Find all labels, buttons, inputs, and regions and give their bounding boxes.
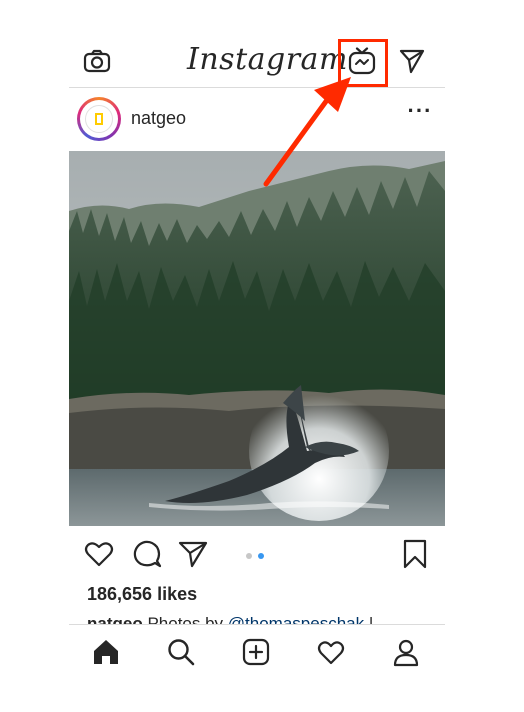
whale-tail-image: [69, 151, 445, 526]
top-bar: Instagram: [69, 34, 445, 88]
camera-icon[interactable]: [83, 47, 111, 75]
post-photo[interactable]: [69, 151, 445, 526]
comment-icon[interactable]: [131, 538, 163, 570]
instagram-screen: Instagram natgeo ··· 186,656 likes: [69, 34, 445, 679]
search-icon[interactable]: [166, 637, 196, 667]
carousel-dot-active: [258, 553, 264, 559]
igtv-highlight-box: [338, 39, 388, 87]
more-options-icon[interactable]: ···: [405, 100, 435, 132]
app-logo: Instagram: [187, 42, 348, 77]
post-username[interactable]: natgeo: [131, 108, 186, 129]
direct-message-icon[interactable]: [399, 48, 425, 74]
bottom-tab-bar: [69, 624, 445, 679]
post-header: natgeo ···: [69, 88, 445, 150]
heart-icon[interactable]: [83, 538, 115, 570]
add-post-icon[interactable]: [241, 637, 271, 667]
activity-heart-icon[interactable]: [316, 637, 346, 667]
profile-icon[interactable]: [391, 637, 421, 667]
home-icon[interactable]: [91, 637, 121, 667]
national-geographic-logo-icon: [85, 105, 113, 133]
carousel-indicator: [246, 553, 270, 559]
bookmark-icon[interactable]: [399, 538, 431, 570]
share-icon[interactable]: [177, 538, 209, 570]
avatar[interactable]: [77, 97, 121, 141]
likes-count[interactable]: 186,656 likes: [87, 584, 197, 605]
post-actions: [69, 530, 445, 582]
carousel-dot: [246, 553, 252, 559]
